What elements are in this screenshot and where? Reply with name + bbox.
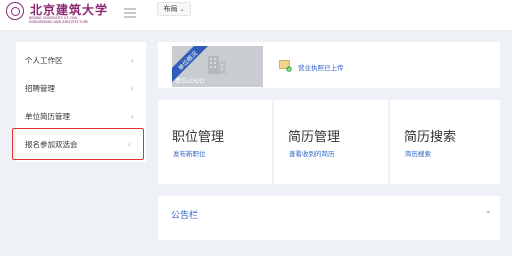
layout-dropdown-label: 布局 (163, 5, 178, 13)
university-name-en: BEIJING UNIVERSITY OF CIVIL ENGINEERING … (29, 16, 89, 24)
sidebar-item-label: 招聘管理 (25, 83, 55, 93)
sidebar: 个人工作区 ‹ 招聘管理 ‹ 单位简历管理 ‹ 报名参加双选会 ‹ (12, 42, 146, 162)
license-check-icon (279, 60, 292, 72)
bulletin-title: 公告栏 (171, 211, 199, 221)
sidebar-item-job-fair-registration[interactable]: 报名参加双选会 ‹ (12, 128, 144, 160)
license-status-link[interactable]: 营业执照已上传 (298, 62, 344, 72)
chevron-left-icon: ‹ (127, 139, 131, 149)
chevron-down-icon: ⌄ (179, 5, 185, 13)
sidebar-item-personal-workspace[interactable]: 个人工作区 ‹ (16, 48, 146, 72)
sidebar-item-resume-management[interactable]: 单位简历管理 ‹ (16, 104, 146, 128)
resume-search-link[interactable]: 简历搜索 (405, 148, 431, 158)
top-bar: 北京建筑大学 BEIJING UNIVERSITY OF CIVIL ENGIN… (0, 0, 512, 31)
chevron-down-icon[interactable]: ⌄ (484, 206, 492, 216)
bulletin-board[interactable]: 公告栏 ⌄ (158, 196, 500, 240)
resume-management-card: 简历管理 查看收到的简历 (274, 100, 388, 184)
card-title: 简历搜索 (404, 130, 457, 145)
sidebar-item-label: 个人工作区 (25, 55, 63, 65)
card-title: 职位管理 (172, 130, 225, 145)
job-management-card: 职位管理 发布新职位 (158, 100, 272, 184)
sidebar-item-label: 报名参加双选会 (25, 139, 78, 149)
university-logo[interactable]: 北京建筑大学 BEIJING UNIVERSITY OF CIVIL ENGIN… (2, 2, 120, 28)
university-seal-icon (6, 2, 24, 20)
resume-search-card: 简历搜索 简历搜索 (390, 100, 500, 184)
company-logo-upload[interactable]: 单位概况 单位LOGO (172, 46, 263, 87)
sidebar-item-label: 单位简历管理 (25, 111, 70, 121)
layout-dropdown[interactable]: 布局 ⌄ (157, 2, 191, 16)
sidebar-item-recruitment[interactable]: 招聘管理 ‹ (16, 76, 146, 100)
chevron-left-icon: ‹ (130, 83, 134, 93)
menu-toggle-icon[interactable] (124, 8, 136, 18)
view-received-resumes-link[interactable]: 查看收到的简历 (289, 148, 335, 158)
logo-label: 单位LOGO (175, 78, 205, 85)
post-new-job-link[interactable]: 发布新职位 (173, 148, 206, 158)
chevron-left-icon: ‹ (130, 111, 134, 121)
chevron-left-icon: ‹ (130, 55, 134, 65)
building-icon (208, 56, 226, 74)
card-title: 简历管理 (288, 130, 341, 145)
